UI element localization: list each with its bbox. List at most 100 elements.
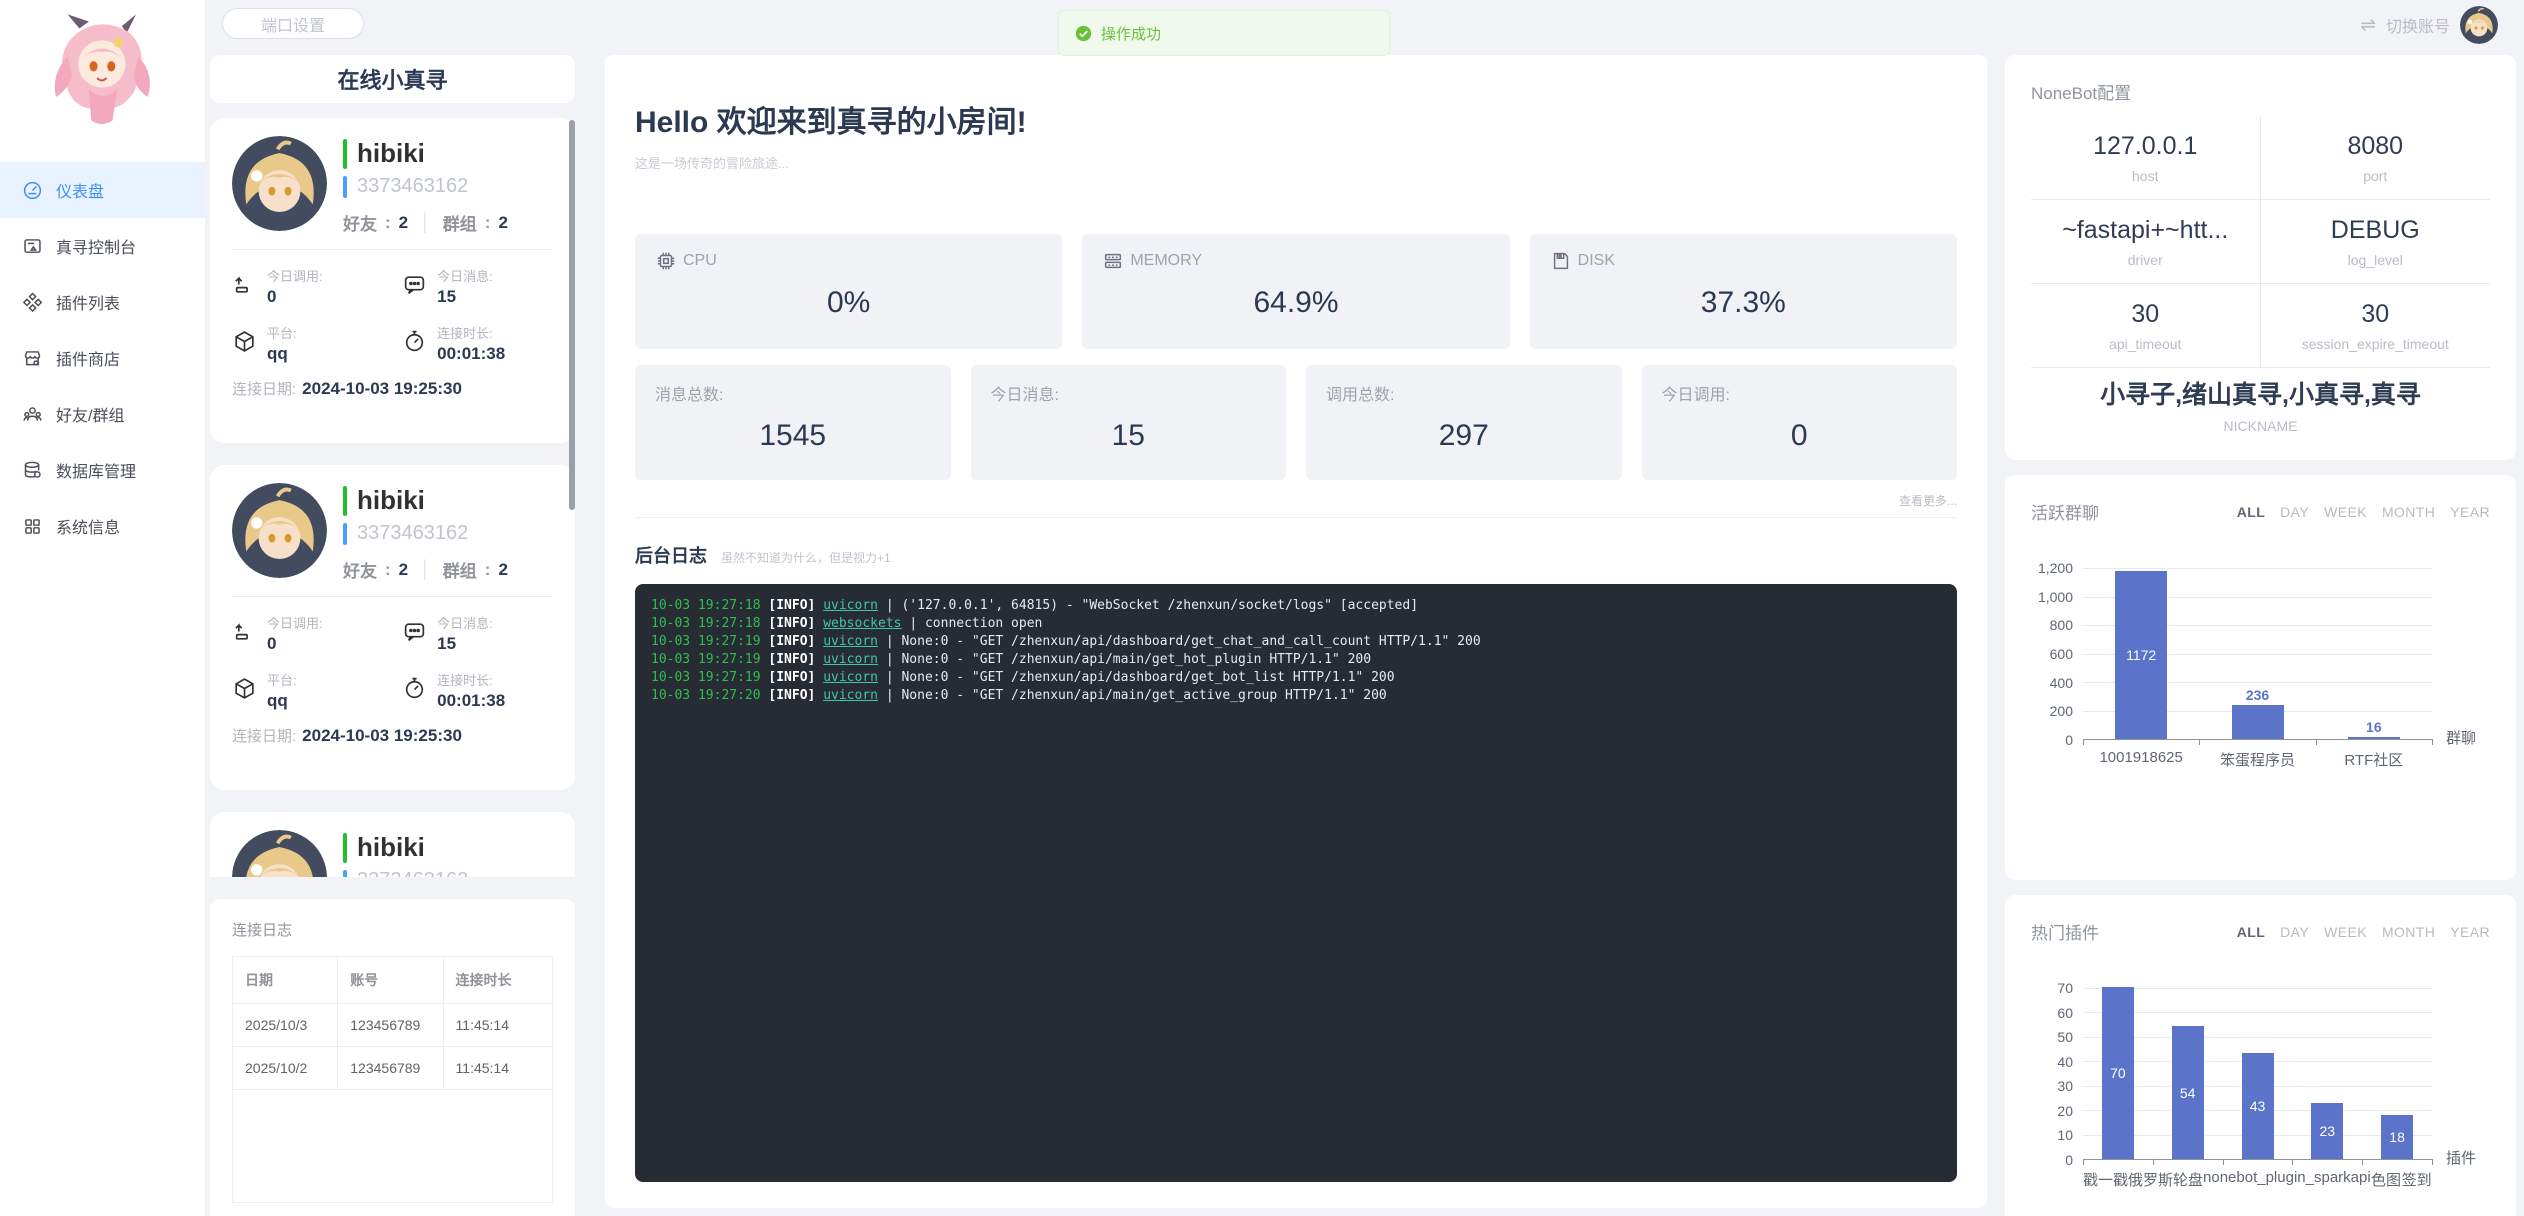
y-tick-label: 400 xyxy=(2050,675,2073,691)
log-line: 10-03 19:27:20 [INFO] uvicorn | None:0 -… xyxy=(651,687,1941,705)
online-bots-list[interactable]: hibiki 3373463162 好友: 2 │ 群组: 2 今日调用: 0 … xyxy=(210,118,575,877)
chart-range-tabs: ALL DAY WEEK MONTH YEAR xyxy=(2237,504,2490,520)
bot-name: hibiki xyxy=(357,485,425,516)
backend-log-terminal[interactable]: 10-03 19:27:18 [INFO] uvicorn | ('127.0.… xyxy=(635,584,1957,1182)
friends-groups-row: 好友: 2 │ 群组: 2 xyxy=(343,557,508,582)
chart-tab-week[interactable]: WEEK xyxy=(2324,504,2367,520)
bar-value-label: 23 xyxy=(2320,1123,2336,1139)
sidebar-item-0[interactable]: 仪表盘 xyxy=(0,162,205,218)
chart-tab-all[interactable]: ALL xyxy=(2237,924,2265,940)
bar-value-label: 18 xyxy=(2389,1129,2405,1145)
log-source-link[interactable]: uvicorn xyxy=(823,598,878,613)
bot-avatar xyxy=(232,483,327,578)
console-icon xyxy=(22,236,43,257)
log-line: 10-03 19:27:18 [INFO] uvicorn | ('127.0.… xyxy=(651,597,1941,615)
config-cell-host: 127.0.0.1 host xyxy=(2031,116,2261,200)
uid-accent-bar xyxy=(343,523,347,545)
config-cell-driver: ~fastapi+~htt... driver xyxy=(2031,200,2261,284)
stat-card-value: 1545 xyxy=(655,419,931,453)
log-source-link[interactable]: websockets xyxy=(823,616,901,631)
platform-cube-icon xyxy=(232,329,257,354)
chart-range-tabs: ALL DAY WEEK MONTH YEAR xyxy=(2237,924,2490,940)
table-row: 2025/10/212345678911:45:14 xyxy=(233,1047,552,1090)
bot-card[interactable]: hibiki 3373463162 好友: 2 │ 群组: 2 今日调用: 0 … xyxy=(210,118,575,443)
switch-account-button[interactable]: ⇌ 切换账号 xyxy=(2360,6,2498,44)
dashboard-icon xyxy=(22,180,43,201)
connection-date-row: 连接日期:2024-10-03 19:25:30 xyxy=(232,378,553,399)
sidebar-item-5[interactable]: 数据库管理 xyxy=(0,442,205,498)
x-tick xyxy=(2223,1159,2224,1165)
sidebar-item-6[interactable]: 系统信息 xyxy=(0,498,205,554)
y-tick-label: 800 xyxy=(2050,617,2073,633)
bar-value-label: 236 xyxy=(2246,687,2269,703)
memory-icon xyxy=(1102,250,1124,272)
config-label: port xyxy=(2363,168,2387,184)
sidebar-item-1[interactable]: 真寻控制台 xyxy=(0,218,205,274)
log-source-link[interactable]: uvicorn xyxy=(823,688,878,703)
bar-value-label: 16 xyxy=(2366,719,2382,735)
gridline xyxy=(2083,988,2432,989)
chart-tab-all[interactable]: ALL xyxy=(2237,504,2265,520)
log-source-link[interactable]: uvicorn xyxy=(823,652,878,667)
swap-arrows-icon: ⇌ xyxy=(2360,14,2376,37)
y-tick-label: 0 xyxy=(2065,1152,2073,1168)
config-label: log_level xyxy=(2348,252,2403,268)
config-value: 30 xyxy=(2131,300,2159,329)
system-card-disk: DISK 37.3% xyxy=(1530,234,1957,349)
config-cell-api_timeout: 30 api_timeout xyxy=(2031,284,2261,368)
connection-log-panel: 连接日志 日期账号连接时长2025/10/312345678911:45:142… xyxy=(210,899,575,1216)
account-avatar[interactable] xyxy=(2460,6,2498,44)
bot-list-scrollbar[interactable] xyxy=(569,118,575,877)
y-tick-label: 200 xyxy=(2050,703,2073,719)
nickname-value: 小寻子,绪山真寻,小真寻,真寻 xyxy=(2100,375,2421,411)
name-accent-bar xyxy=(343,139,347,169)
chart-tab-month[interactable]: MONTH xyxy=(2382,504,2435,520)
sidebar-item-2[interactable]: 插件列表 xyxy=(0,274,205,330)
system-info-icon xyxy=(22,516,43,537)
sidebar-item-label: 仪表盘 xyxy=(56,178,104,202)
x-tick xyxy=(2083,1159,2084,1165)
see-more-link[interactable]: 查看更多... xyxy=(635,492,1957,509)
message-stat-cards: 消息总数: 1545 今日消息: 15 调用总数: 297 今日调用: 0 xyxy=(635,365,1957,480)
sidebar-item-label: 系统信息 xyxy=(56,514,120,538)
chart-tab-day[interactable]: DAY xyxy=(2280,504,2309,520)
bar-value-label: 54 xyxy=(2180,1085,2196,1101)
call-arrow-icon xyxy=(232,619,257,644)
stat-card-label: 调用总数: xyxy=(1326,381,1602,405)
gridline xyxy=(2083,568,2432,569)
port-settings-button[interactable]: 端口设置 xyxy=(222,8,364,39)
sidebar-item-label: 插件商店 xyxy=(56,346,120,370)
chart-tab-month[interactable]: MONTH xyxy=(2382,924,2435,940)
gridline xyxy=(2083,1012,2432,1013)
toast-text: 操作成功 xyxy=(1101,23,1161,44)
sidebar-item-label: 好友/群组 xyxy=(56,402,124,426)
sidebar-item-3[interactable]: 插件商店 xyxy=(0,330,205,386)
sidebar-item-4[interactable]: 好友/群组 xyxy=(0,386,205,442)
bar-value-label: 43 xyxy=(2250,1098,2266,1114)
name-accent-bar xyxy=(343,486,347,516)
chart-tab-week[interactable]: WEEK xyxy=(2324,924,2367,940)
config-label: driver xyxy=(2128,252,2163,268)
chart-tab-year[interactable]: YEAR xyxy=(2450,504,2490,520)
table-header-cell: 日期 xyxy=(233,957,338,1004)
system-card-cpu: CPU 0% xyxy=(635,234,1062,349)
bot-list-scrollbar-thumb[interactable] xyxy=(569,120,575,510)
chart-tab-day[interactable]: DAY xyxy=(2280,924,2309,940)
nonebot-config-panel: NoneBot配置 127.0.0.1 host 8080 port ~fast… xyxy=(2005,55,2516,460)
table-header-row: 日期账号连接时长 xyxy=(233,957,552,1004)
system-status-cards: CPU 0% MEMORY 64.9% DISK 37.3% xyxy=(635,234,1957,349)
nickname-cell: 小寻子,绪山真寻,小真寻,真寻 NICKNAME xyxy=(2031,368,2490,440)
log-source-link[interactable]: uvicorn xyxy=(823,670,878,685)
bot-uid: 3373463162 xyxy=(357,175,468,198)
bar-RTF社区 xyxy=(2348,737,2400,739)
config-cell-log_level: DEBUG log_level xyxy=(2261,200,2491,284)
y-tick-label: 50 xyxy=(2057,1029,2073,1045)
bot-card[interactable]: hibiki 3373463162 好友: 2 │ 群组: 2 今日调用: 0 … xyxy=(210,812,575,877)
gridline xyxy=(2083,1037,2432,1038)
x-category-label: nonebot_plugin_sparkapi xyxy=(2203,1169,2371,1190)
chart-tab-year[interactable]: YEAR xyxy=(2450,924,2490,940)
y-tick-label: 0 xyxy=(2065,732,2073,748)
x-category-label: RTF社区 xyxy=(2316,749,2432,770)
log-source-link[interactable]: uvicorn xyxy=(823,634,878,649)
bot-card[interactable]: hibiki 3373463162 好友: 2 │ 群组: 2 今日调用: 0 … xyxy=(210,465,575,790)
